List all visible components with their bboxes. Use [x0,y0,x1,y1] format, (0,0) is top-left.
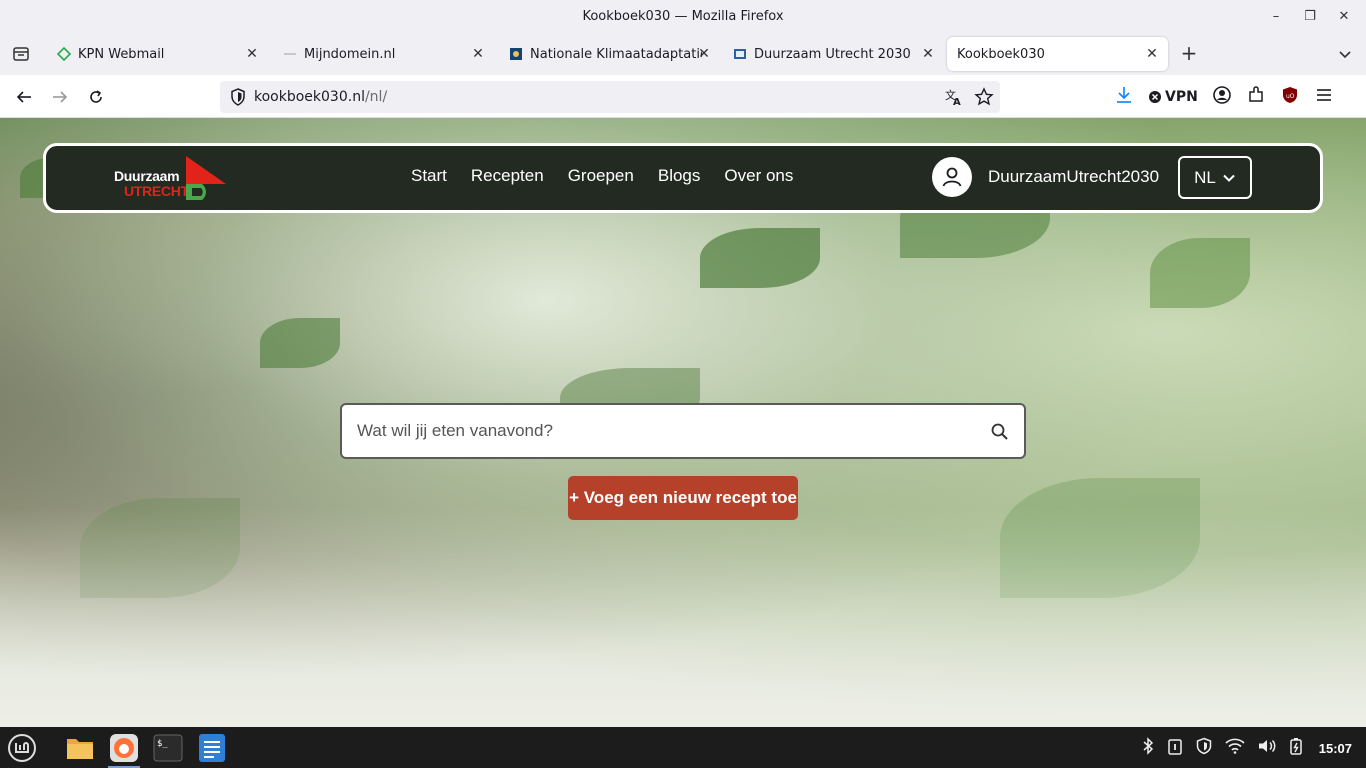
tab-strip: KPN Webmail ✕ Mijndomein.nl ✕ Nationale … [0,33,1366,75]
reload-icon[interactable] [84,85,108,109]
firefox-taskbar-icon[interactable] [106,730,142,768]
nav-blogs[interactable]: Blogs [658,166,701,186]
url-actions: 文A [944,87,994,111]
translate-icon[interactable]: 文A [944,87,964,111]
minimize-icon[interactable]: – [1266,6,1286,26]
nav-groepen[interactable]: Groepen [568,166,634,186]
close-tab-icon[interactable]: ✕ [696,46,712,62]
bluetooth-icon[interactable] [1141,737,1155,759]
url-bar[interactable]: kookboek030.nl/nl/ 文A [220,81,1000,113]
language-selector[interactable]: NL [1178,156,1252,199]
vpn-off-icon [1149,91,1161,103]
url-text: kookboek030.nl/nl/ [254,89,387,105]
volume-icon[interactable] [1257,738,1277,758]
url-host: kookboek030.nl [254,89,365,105]
maximize-icon[interactable]: ❐ [1300,6,1320,26]
search-icon[interactable] [990,422,1010,442]
tab-label: Duurzaam Utrecht 2030 [754,46,911,62]
site-logo[interactable]: Duurzaam UTRECHT [114,154,234,204]
close-tab-icon[interactable]: ✕ [244,46,260,62]
nav-over-ons[interactable]: Over ons [724,166,793,186]
new-tab-icon[interactable]: + [1178,43,1200,65]
files-folder-icon[interactable] [62,730,98,766]
svg-text:A: A [953,97,961,107]
site-header: Duurzaam UTRECHT Start Recepten Groepen … [43,143,1323,213]
battery-icon[interactable] [1289,737,1303,759]
close-tab-icon[interactable]: ✕ [1144,46,1160,62]
tab-mijndomein[interactable]: Mijndomein.nl ✕ [272,37,494,71]
text-editor-icon[interactable] [194,730,230,766]
duurzaam-favicon [732,46,748,62]
downloads-icon[interactable] [1114,85,1134,109]
search-input[interactable] [357,421,957,441]
page-content: Duurzaam UTRECHT Start Recepten Groepen … [0,118,1366,727]
url-path: /nl/ [364,89,388,105]
toolbar-right: VPN uO [1114,85,1334,109]
terminal-icon[interactable]: $_ [150,730,186,766]
logo-text-duurzaam: Duurzaam [114,168,180,184]
add-recipe-button[interactable]: + Voeg een nieuw recept toe [568,476,798,520]
wifi-icon[interactable] [1225,738,1245,758]
vpn-button[interactable]: VPN [1148,89,1198,105]
window-controls: – ❐ ✕ [1266,6,1354,26]
clipboard-icon[interactable] [1167,737,1183,759]
menu-hamburger-icon[interactable] [1314,85,1334,109]
clock[interactable]: 15:07 [1319,741,1352,756]
ublock-origin-icon[interactable]: uO [1280,85,1300,109]
username[interactable]: DuurzaamUtrecht2030 [988,167,1159,187]
mijndomein-favicon [282,46,298,62]
svg-text:uO: uO [1286,93,1295,100]
forward-icon[interactable] [48,85,72,109]
rijksoverheid-favicon [508,46,524,62]
extensions-icon[interactable] [1246,85,1266,109]
vpn-label: VPN [1165,89,1198,105]
main-navigation: Start Recepten Groepen Blogs Over ons [411,166,793,186]
security-shield-icon[interactable] [1195,737,1213,759]
user-avatar-icon[interactable] [932,157,972,197]
logo-text-utrecht: UTRECHT [124,183,189,199]
mint-menu-icon[interactable] [4,730,40,766]
tab-kpn-webmail[interactable]: KPN Webmail ✕ [46,37,268,71]
tab-label: Nationale Klimaatadaptatie: [530,46,702,62]
user-account[interactable]: DuurzaamUtrecht2030 [932,157,1159,197]
system-tray: 15:07 [1141,737,1352,759]
chevron-down-icon [1223,174,1235,182]
tab-kookboek030[interactable]: Kookboek030 ✕ [947,37,1168,71]
svg-text:$_: $_ [157,739,168,749]
account-icon[interactable] [1212,85,1232,109]
close-window-icon[interactable]: ✕ [1334,6,1354,26]
taskbar: $_ 15:07 [0,727,1366,768]
logo-mark-icon [186,156,226,200]
tracking-protection-icon[interactable] [228,87,248,107]
close-tab-icon[interactable]: ✕ [920,46,936,62]
recipe-search [340,403,1026,459]
close-tab-icon[interactable]: ✕ [470,46,486,62]
nav-recepten[interactable]: Recepten [471,166,544,186]
window-titlebar: Kookboek030 — Mozilla Firefox – ❐ ✕ [0,0,1366,33]
kpn-favicon [56,46,72,62]
tab-klimaatadaptatie[interactable]: Nationale Klimaatadaptatie: ✕ [498,37,720,71]
tab-label: Kookboek030 [957,46,1045,62]
nav-start[interactable]: Start [411,166,447,186]
list-all-tabs-icon[interactable] [1336,45,1354,63]
bookmark-star-icon[interactable] [974,87,994,111]
tab-label: KPN Webmail [78,46,165,62]
tab-label: Mijndomein.nl [304,46,396,62]
firefox-view-icon[interactable] [8,41,34,67]
window-title: Kookboek030 — Mozilla Firefox [582,9,784,24]
tab-duurzaam-utrecht[interactable]: Duurzaam Utrecht 2030 ✕ [722,37,944,71]
back-icon[interactable] [12,85,36,109]
language-value: NL [1194,167,1216,187]
navigation-toolbar: kookboek030.nl/nl/ 文A VPN uO [0,75,1366,118]
